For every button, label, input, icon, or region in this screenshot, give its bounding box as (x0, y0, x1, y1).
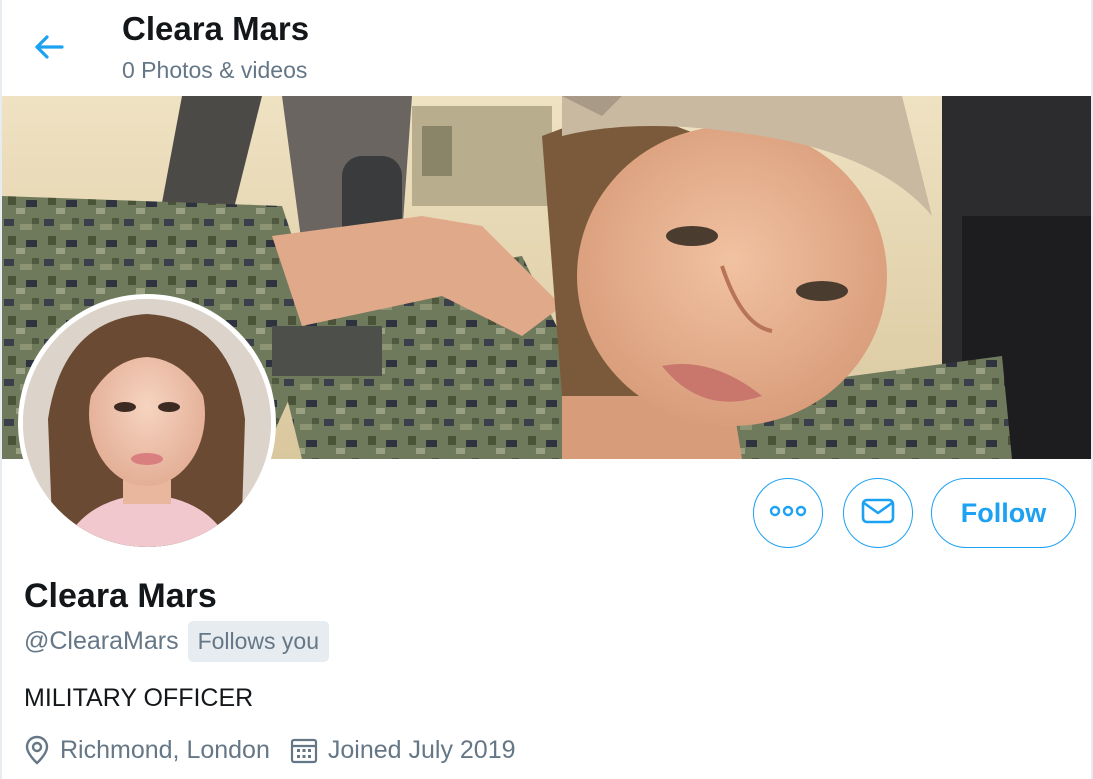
direct-message-button[interactable] (843, 478, 913, 548)
back-arrow-icon (33, 33, 65, 66)
profile-name: Cleara Mars (24, 577, 217, 616)
profile-meta: Richmond, London Joined July 2019 (24, 735, 516, 765)
follows-you-badge: Follows you (188, 621, 329, 662)
handle-row: @ClearaMars Follows you (24, 621, 329, 662)
joined-item: Joined July 2019 (290, 736, 516, 765)
avatar[interactable] (18, 294, 276, 552)
calendar-icon (290, 736, 318, 764)
more-options-icon (769, 504, 807, 522)
profile-handle: @ClearaMars (24, 627, 179, 656)
location-item: Richmond, London (24, 735, 270, 765)
profile-page: Cleara Mars 0 Photos & videos (0, 0, 1093, 779)
top-bar: Cleara Mars 0 Photos & videos (2, 0, 1091, 96)
joined-text: Joined July 2019 (328, 736, 516, 765)
location-pin-icon (24, 735, 50, 765)
profile-bio: MILITARY OFFICER (24, 684, 253, 713)
follow-button[interactable]: Follow (931, 478, 1076, 548)
media-count: 0 Photos & videos (122, 57, 307, 84)
back-button[interactable] (28, 28, 70, 70)
header-title: Cleara Mars (122, 10, 309, 48)
more-options-button[interactable] (753, 478, 823, 548)
location-text: Richmond, London (60, 736, 270, 765)
envelope-icon (861, 497, 895, 530)
